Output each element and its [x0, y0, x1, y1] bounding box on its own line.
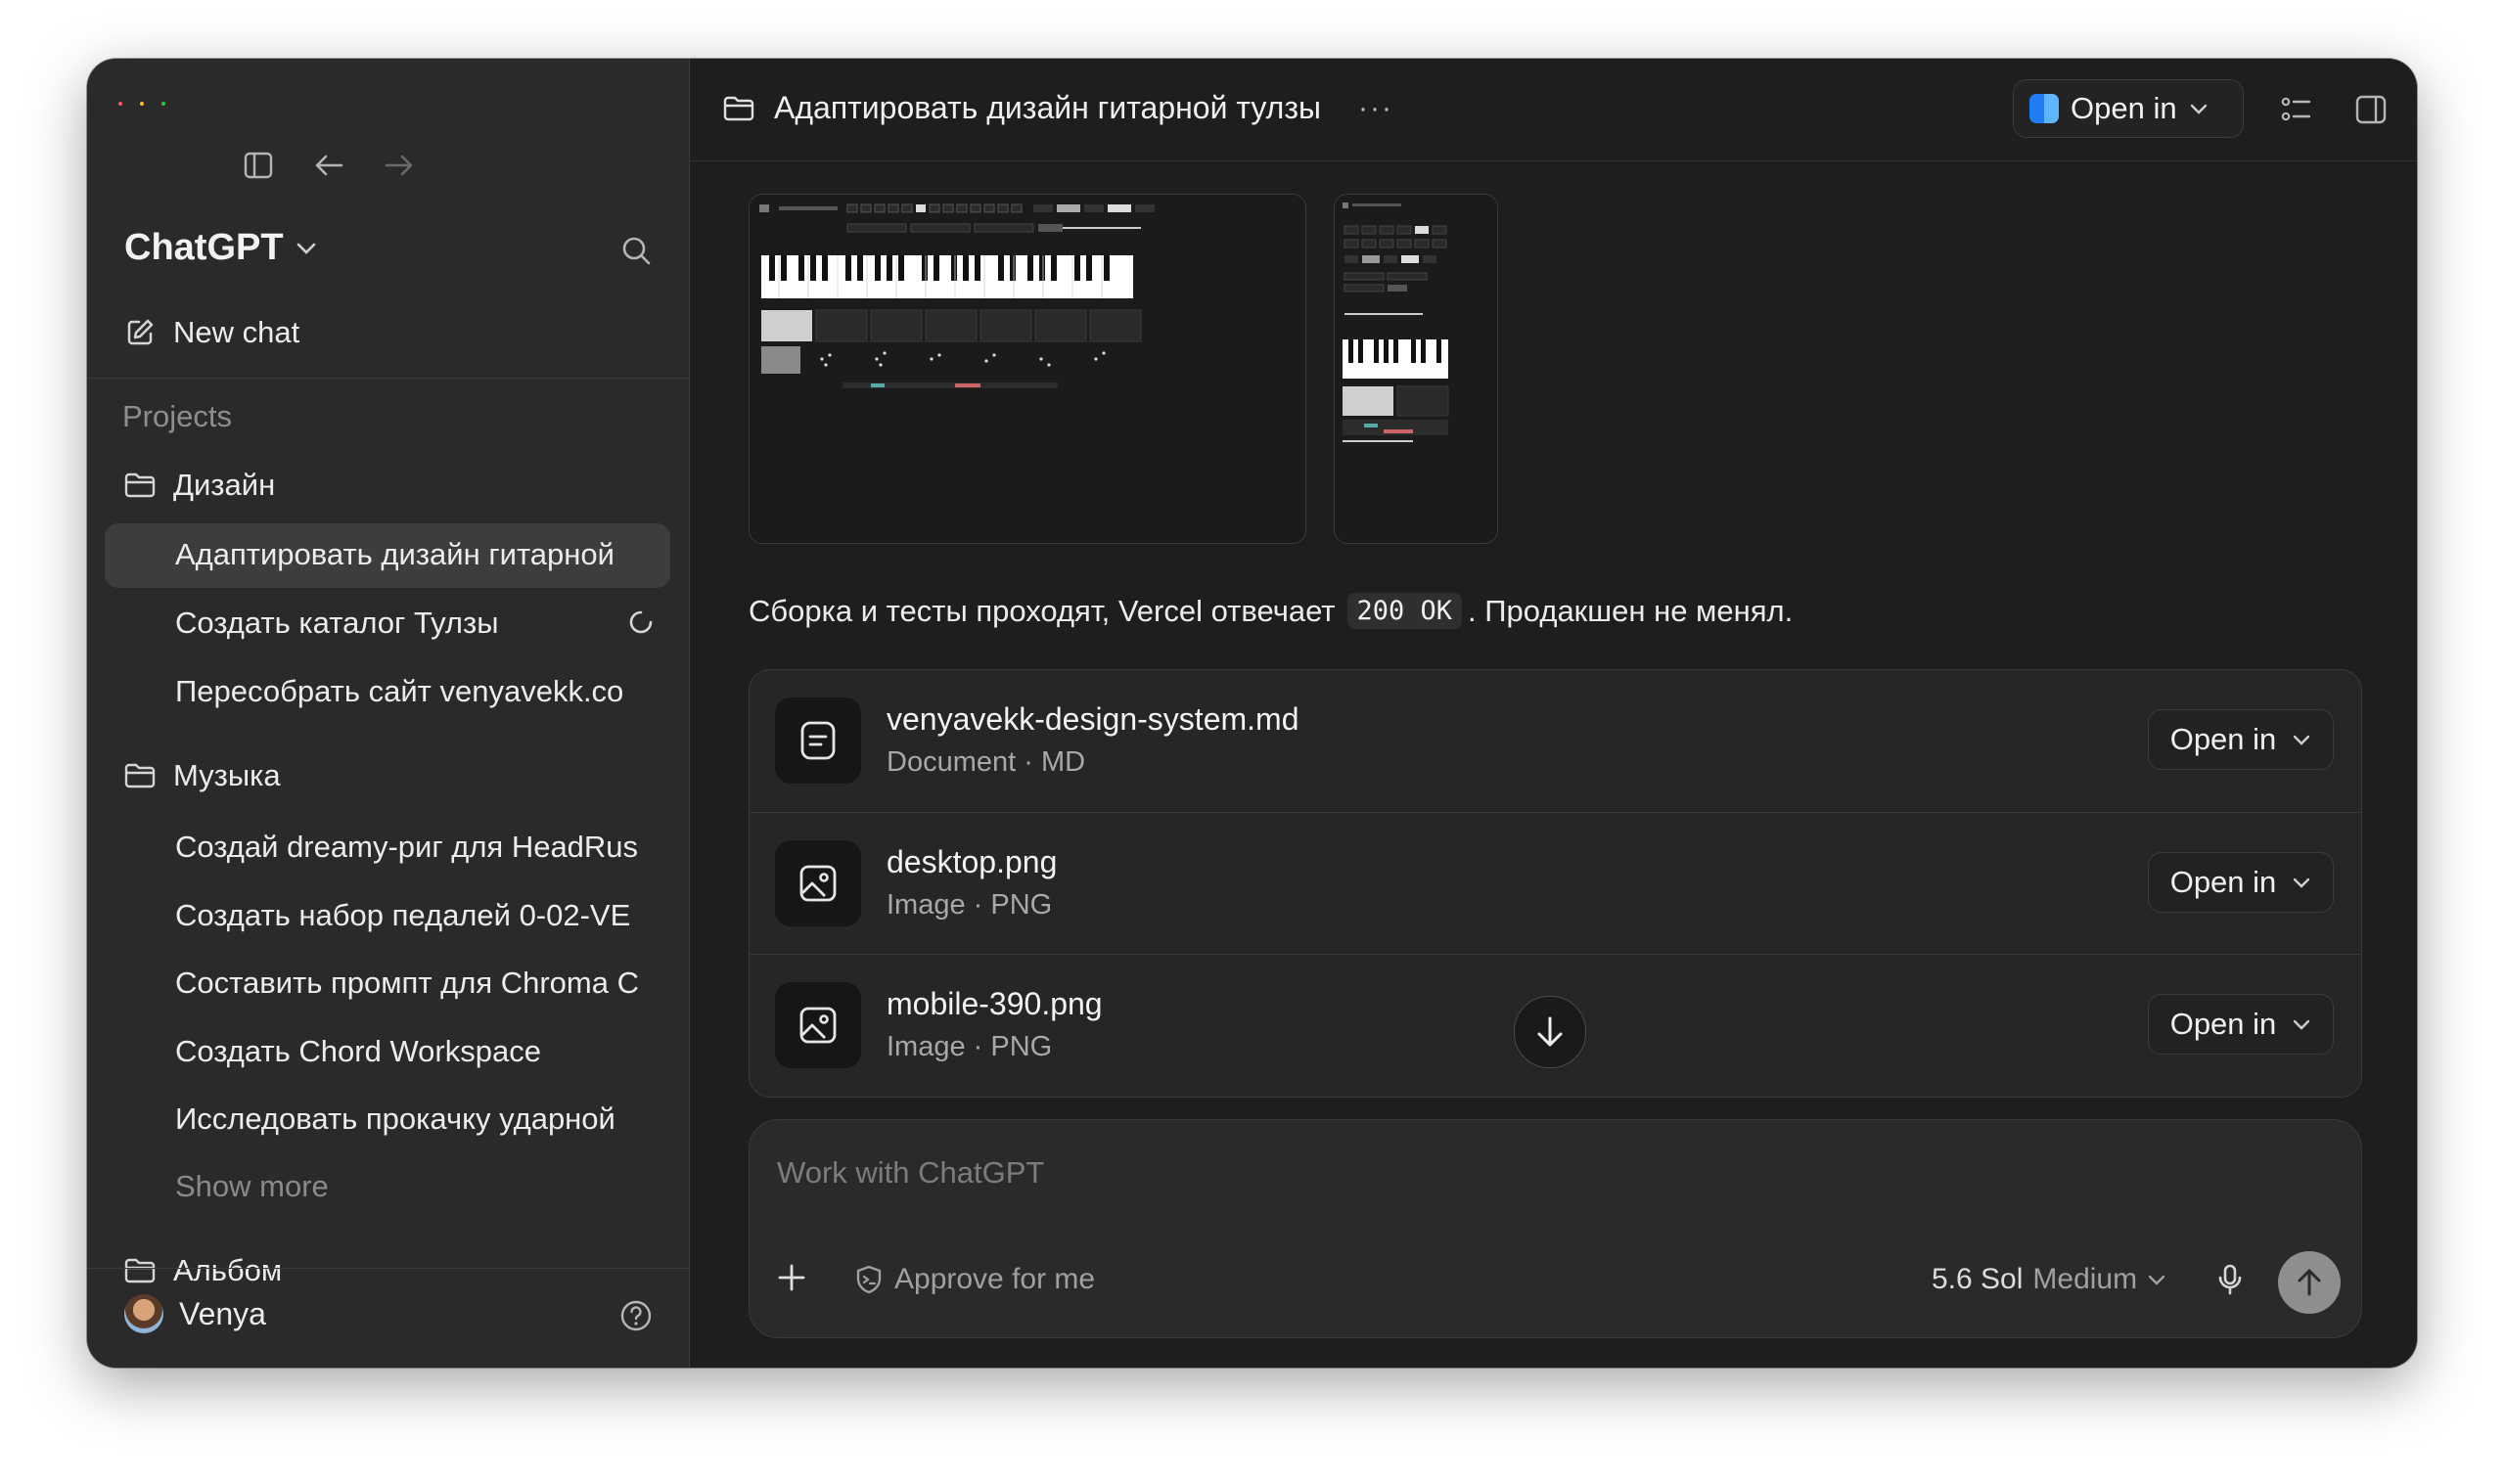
show-more-link[interactable]: Show more: [175, 1169, 329, 1204]
inline-code: 200 OK: [1346, 593, 1463, 629]
avatar: [124, 1294, 163, 1333]
chat-item[interactable]: Создай dreamy-риг для HeadRus: [175, 830, 645, 865]
more-options-button[interactable]: ···: [1358, 92, 1393, 125]
add-attachment-button[interactable]: [777, 1263, 806, 1297]
file-name[interactable]: venyavekk-design-system.md: [887, 701, 1298, 738]
project-folder-design[interactable]: Дизайн: [124, 468, 275, 503]
message-text-tail: . Продакшен не менял.: [1468, 593, 1794, 628]
image-icon: [775, 982, 861, 1068]
project-name: Музыка: [173, 758, 281, 792]
reasoning-level: Medium: [2032, 1263, 2138, 1295]
project-name: Альбом: [173, 1253, 283, 1287]
message-text: Сборка и тесты проходят, Vercel отвечает: [749, 593, 1336, 628]
user-name: Venya: [179, 1295, 266, 1331]
page-title: Адаптировать дизайн гитарной тулзы: [774, 90, 1321, 125]
close-window-button[interactable]: [118, 102, 122, 106]
app-window: ChatGPT New chat Projects Дизайн Адаптир…: [87, 59, 2417, 1368]
approve-label: Approve for me: [894, 1263, 1096, 1295]
minimize-window-button[interactable]: [140, 102, 144, 106]
open-in-label: Open in: [2169, 865, 2277, 899]
sidebar-footer-divider: [87, 1268, 689, 1269]
model-selector[interactable]: 5.6 Sol Medium: [1932, 1263, 2166, 1296]
chat-item[interactable]: Создать набор педалей 0-02-VE: [175, 898, 645, 933]
mobile-preview-image: [1343, 202, 1449, 442]
chat-item[interactable]: Адаптировать дизайн гитарной: [175, 537, 645, 572]
model-switcher[interactable]: ChatGPT: [124, 227, 317, 269]
sidebar-divider: [87, 378, 689, 379]
file-row[interactable]: desktop.png Image · PNG Open in: [750, 812, 2361, 955]
arrow-down-icon: [1537, 1016, 1563, 1047]
toggle-panel-icon[interactable]: [2355, 95, 2387, 129]
shield-terminal-icon: [856, 1265, 882, 1294]
open-in-button[interactable]: Open in: [2013, 79, 2244, 138]
projects-heading: Projects: [122, 399, 232, 433]
brand-title: ChatGPT: [124, 227, 284, 268]
project-folder-music[interactable]: Музыка: [124, 758, 281, 793]
project-name: Дизайн: [173, 468, 276, 502]
desktop-screenshot-thumbnail[interactable]: [749, 194, 1306, 544]
toggle-sidebar-icon[interactable]: [242, 149, 275, 182]
finder-icon: [2029, 94, 2059, 123]
file-meta: Image · PNG: [887, 1031, 1053, 1062]
zoom-window-button[interactable]: [161, 102, 165, 106]
model-version: 5.6 Sol: [1932, 1263, 2024, 1295]
user-menu[interactable]: Venya: [124, 1294, 266, 1333]
help-icon[interactable]: [619, 1299, 653, 1337]
mobile-screenshot-thumbnail[interactable]: [1334, 194, 1498, 544]
folder-icon: [124, 1258, 156, 1283]
project-folder-album[interactable]: Альбом: [124, 1253, 282, 1288]
microphone-icon[interactable]: [2217, 1263, 2243, 1301]
chat-item[interactable]: Пересобрать сайт venyavekk.co: [175, 674, 645, 709]
file-row[interactable]: venyavekk-design-system.md Document · MD…: [750, 670, 2361, 812]
loading-spinner-icon: [628, 609, 654, 640]
arrow-up-icon: [2298, 1269, 2321, 1296]
chevron-down-icon: [2294, 1019, 2310, 1030]
open-in-button[interactable]: Open in: [2148, 709, 2334, 770]
new-chat-label: New chat: [173, 315, 300, 349]
chevron-down-icon: [2294, 735, 2310, 745]
assistant-message: Сборка и тесты проходят, Vercel отвечает…: [749, 593, 1793, 629]
folder-icon: [124, 763, 156, 788]
open-in-button[interactable]: Open in: [2148, 852, 2334, 913]
chevron-down-icon: [2148, 1275, 2165, 1285]
main-panel: Адаптировать дизайн гитарной тулзы ··· O…: [690, 59, 2417, 1368]
chevron-down-icon: [296, 243, 315, 254]
chat-item[interactable]: Исследовать прокачку ударной: [175, 1102, 645, 1137]
chevron-down-icon: [2190, 104, 2207, 114]
file-meta: Document · MD: [887, 746, 1086, 778]
sidebar: ChatGPT New chat Projects Дизайн Адаптир…: [87, 59, 690, 1368]
file-name[interactable]: desktop.png: [887, 844, 1057, 880]
scroll-to-bottom-button[interactable]: [1514, 996, 1586, 1068]
chevron-down-icon: [2294, 877, 2310, 888]
plus-icon: [778, 1264, 805, 1291]
window-controls: [118, 102, 165, 106]
piano-ui-preview-image: [759, 203, 1155, 388]
file-name[interactable]: mobile-390.png: [887, 986, 1103, 1022]
open-in-label: Open in: [2169, 1007, 2277, 1041]
chat-item[interactable]: Составить промпт для Chroma C: [175, 966, 645, 1001]
file-meta: Image · PNG: [887, 889, 1053, 921]
open-in-label: Open in: [2071, 91, 2177, 125]
compose-icon: [127, 319, 154, 345]
back-arrow-icon[interactable]: [312, 149, 345, 182]
image-icon: [775, 840, 861, 926]
chat-item[interactable]: Создать Chord Workspace: [175, 1034, 645, 1069]
top-bar: Адаптировать дизайн гитарной тулзы ··· O…: [690, 59, 2417, 161]
task-list-icon[interactable]: [2281, 95, 2312, 129]
forward-arrow-icon[interactable]: [383, 149, 416, 182]
document-icon: [775, 697, 861, 784]
new-chat-button[interactable]: New chat: [124, 315, 299, 350]
search-icon[interactable]: [620, 235, 652, 271]
chat-item[interactable]: Создать каталог Тулзы: [175, 606, 645, 641]
send-button[interactable]: [2278, 1251, 2341, 1314]
open-in-button[interactable]: Open in: [2148, 994, 2334, 1055]
folder-icon: [124, 472, 156, 498]
approve-for-me-toggle[interactable]: Approve for me: [855, 1263, 1095, 1296]
folder-icon: [723, 96, 754, 120]
conversation-header: Адаптировать дизайн гитарной тулзы ···: [723, 90, 1393, 126]
open-in-label: Open in: [2169, 722, 2277, 756]
prompt-input[interactable]: Work with ChatGPT: [777, 1155, 1044, 1191]
composer: Work with ChatGPT Approve for me 5.6 Sol…: [749, 1119, 2362, 1338]
